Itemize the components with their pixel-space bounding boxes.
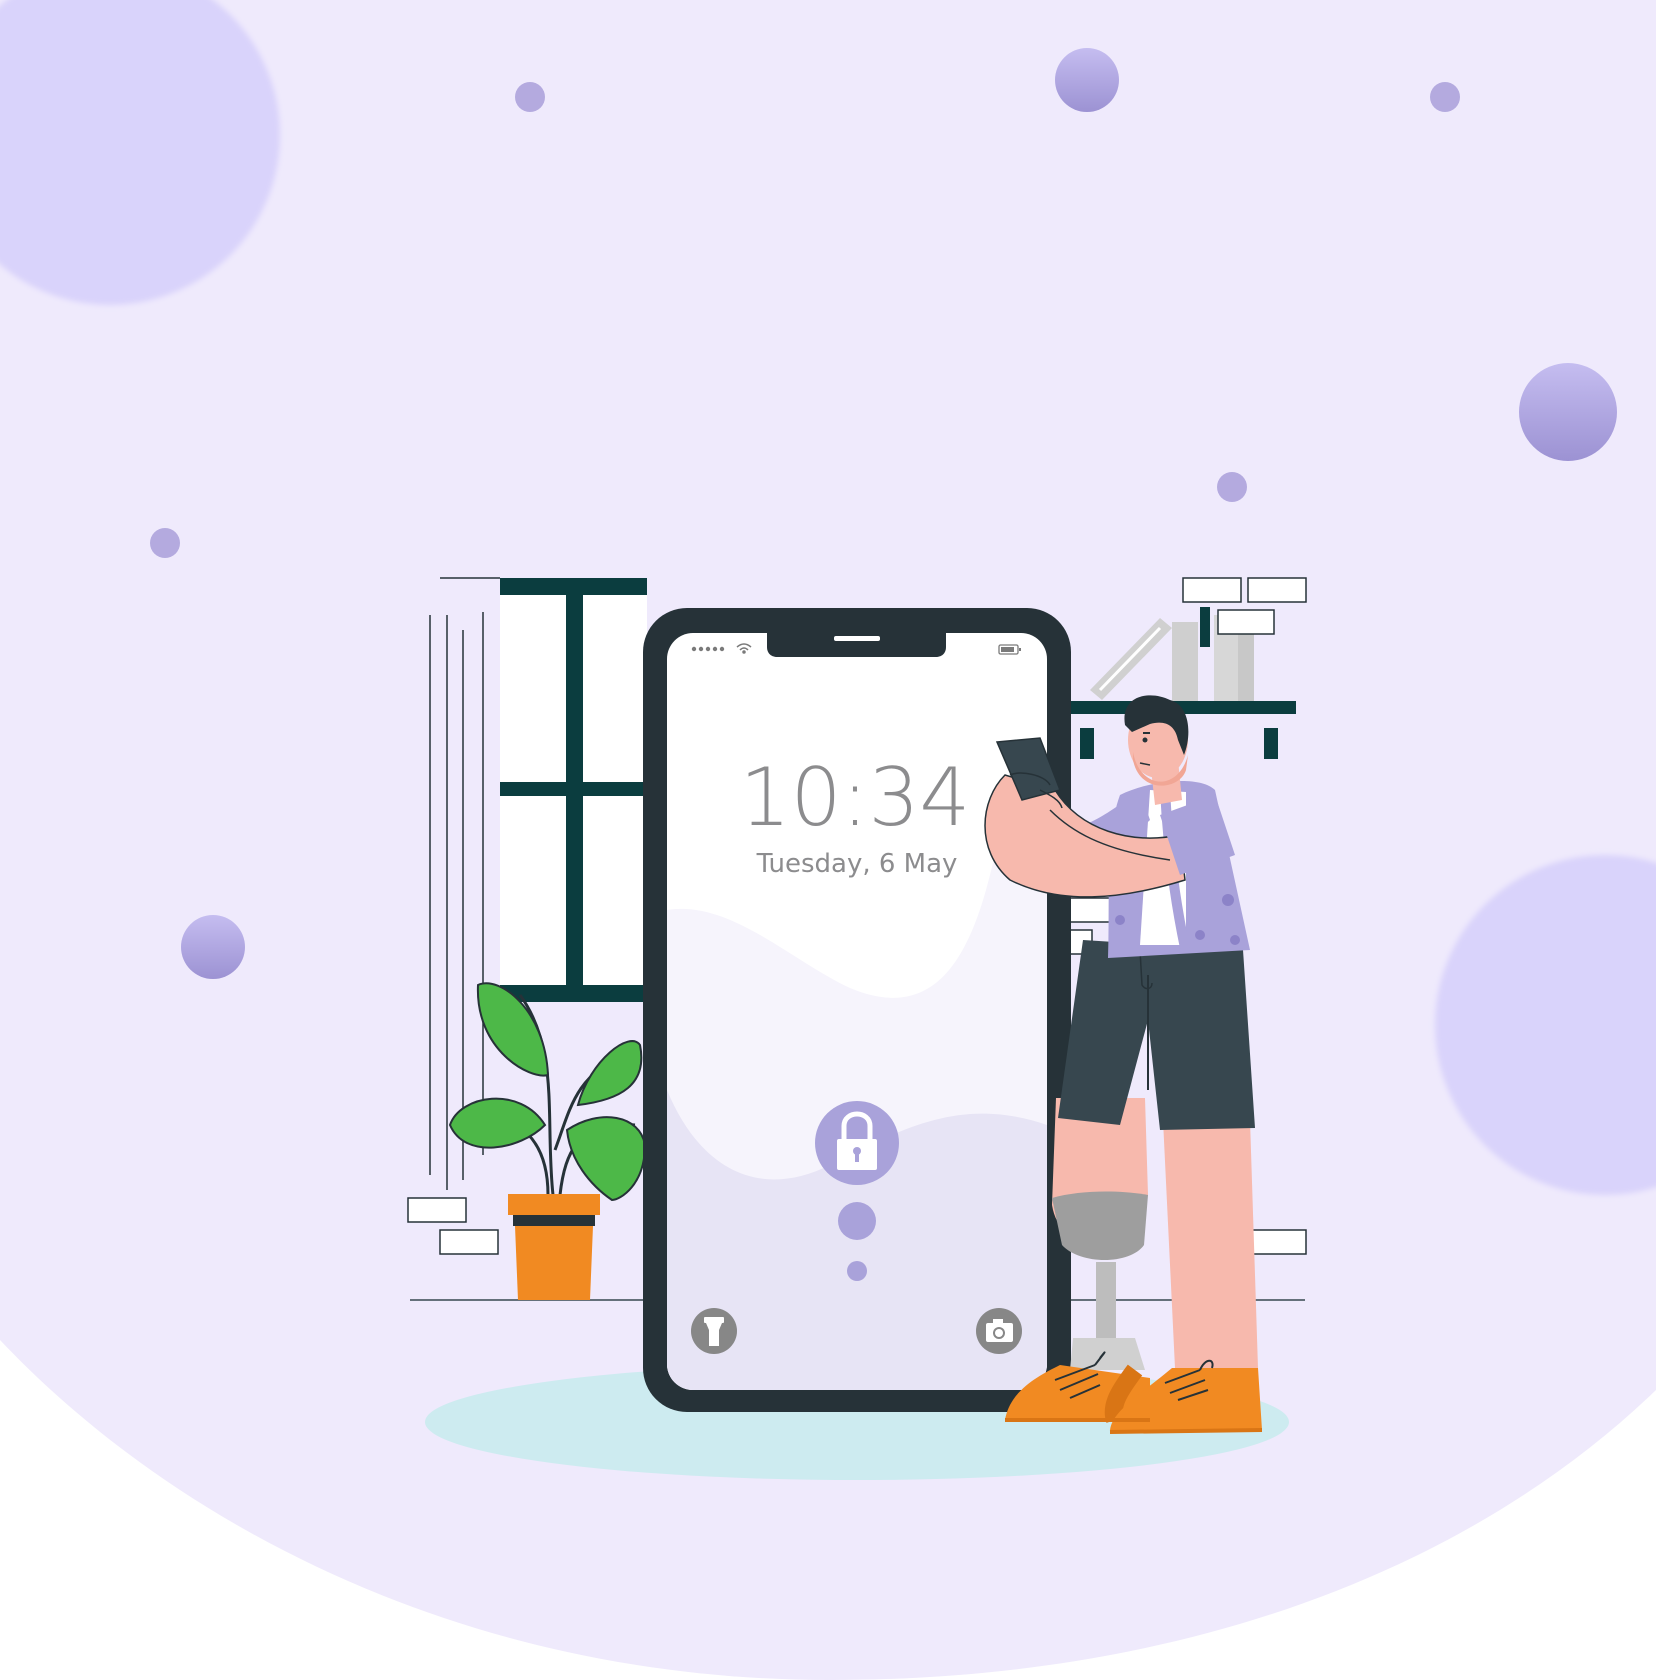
camera-button[interactable]: [976, 1308, 1022, 1354]
prosthetic-pylon: [1096, 1262, 1116, 1340]
dot-small: [1430, 82, 1460, 112]
person-leg: [1163, 1120, 1258, 1368]
lockscreen-time: 10:34: [740, 751, 971, 844]
phone: [643, 608, 1071, 1412]
swipe-hint-dot: [847, 1261, 867, 1281]
dot-medium: [1055, 48, 1119, 112]
dot-small: [1217, 472, 1247, 502]
dot-medium: [181, 915, 245, 979]
dot-small: [150, 528, 180, 558]
unlock-button[interactable]: [815, 1101, 899, 1185]
lockscreen-date: Tuesday, 6 May: [756, 849, 958, 879]
prosthetic-foot-top: [1070, 1338, 1145, 1370]
dot-small: [515, 82, 545, 112]
swipe-hint-dot: [838, 1202, 876, 1240]
illustration-scene: 10:34 Tuesday, 6 May: [0, 0, 1656, 1680]
flashlight-button[interactable]: [691, 1308, 737, 1354]
window: [500, 578, 647, 1002]
phone-speaker: [834, 636, 880, 641]
dot-large: [1519, 363, 1617, 461]
